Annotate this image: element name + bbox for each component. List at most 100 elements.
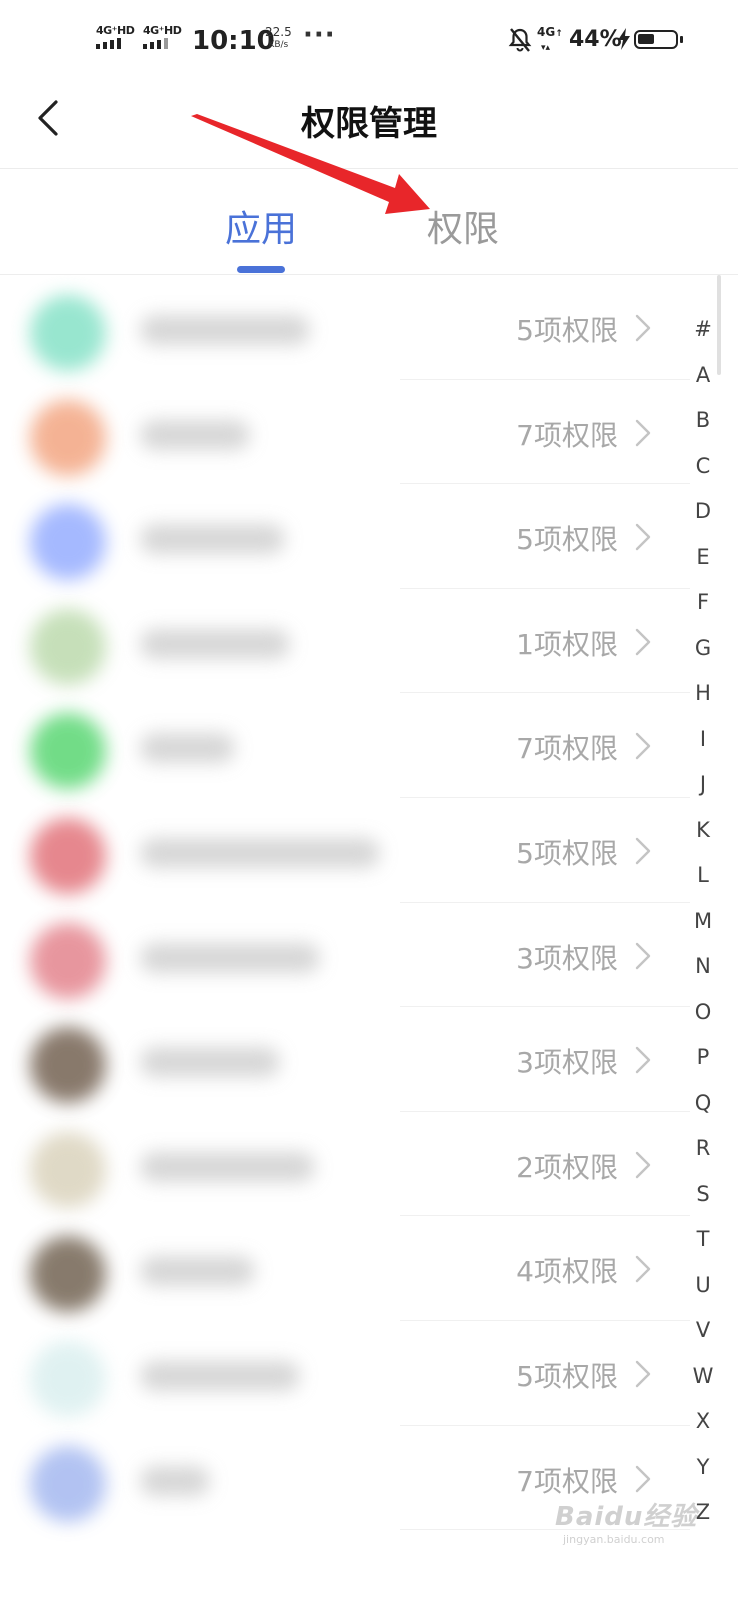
chevron-right-icon (635, 837, 651, 865)
alphabet-index-letter[interactable]: Q (684, 1081, 722, 1127)
page-title: 权限管理 (301, 104, 437, 144)
network-speed-unit: KB/s (268, 40, 289, 50)
battery-icon (634, 30, 683, 49)
list-item[interactable]: 7项权限 (0, 693, 690, 798)
status-time: 10:10 (192, 26, 275, 56)
alphabet-index-letter[interactable]: S (684, 1172, 722, 1218)
app-icon (30, 922, 106, 999)
list-item[interactable]: 5项权限 (0, 1321, 690, 1426)
chevron-right-icon (635, 523, 651, 551)
sim2-signal-icon: 4G⁺HD (143, 24, 182, 49)
alphabet-index-letter[interactable]: K (684, 808, 722, 854)
alphabet-index-letter[interactable]: D (684, 489, 722, 535)
baidu-watermark: Baidu经验 jingyan.baidu.com (555, 1496, 697, 1546)
charging-icon (618, 28, 630, 50)
app-icon (30, 608, 106, 685)
permission-count: 5项权限 (516, 1359, 618, 1393)
app-name-blurred (140, 1256, 255, 1287)
app-name-blurred (140, 524, 285, 555)
alphabet-index-letter[interactable]: F (684, 580, 722, 626)
alphabet-index-letter[interactable]: B (684, 398, 722, 444)
watermark-sub: jingyan.baidu.com (563, 1533, 665, 1546)
list-item[interactable]: 1项权限 (0, 589, 690, 694)
top-app-bar: 权限管理 (0, 84, 738, 169)
app-icon (30, 1131, 106, 1208)
chevron-right-icon (635, 1151, 651, 1178)
tab-apps[interactable]: 应用 (225, 200, 297, 252)
list-item[interactable]: 5项权限 (0, 484, 690, 589)
app-name-blurred (140, 1465, 210, 1496)
app-name-blurred (140, 733, 235, 764)
alphabet-index-letter[interactable]: Y (684, 1445, 722, 1491)
alphabet-index-letter[interactable]: O (684, 990, 722, 1036)
alphabet-index-letter[interactable]: J (684, 762, 722, 808)
chevron-right-icon (635, 314, 651, 342)
bell-muted-icon (508, 28, 532, 52)
active-tab-indicator (237, 266, 285, 273)
alphabet-index-letter[interactable]: N (684, 944, 722, 990)
app-icon (30, 1236, 106, 1313)
app-icon (30, 1340, 106, 1417)
more-notifications-icon: ··· (303, 20, 336, 50)
chevron-right-icon (635, 1256, 651, 1283)
alphabet-index-letter[interactable]: E (684, 535, 722, 581)
app-name-blurred (140, 315, 310, 345)
app-name-blurred (140, 837, 380, 868)
chevron-right-icon (635, 733, 651, 760)
app-icon (30, 1445, 106, 1522)
sim1-signal-icon: 4G⁺HD (96, 24, 135, 49)
permission-count: 5项权限 (516, 836, 618, 870)
data-network-label: 4G (537, 25, 556, 39)
permission-count: 7项权限 (516, 732, 618, 766)
app-name-blurred (140, 419, 250, 450)
sim2-label: 4G⁺HD (143, 24, 182, 37)
alphabet-index-letter[interactable]: R (684, 1126, 722, 1172)
tab-bar: 应用 权限 (0, 170, 738, 275)
permission-count: 5项权限 (516, 314, 618, 347)
data-network-icon: 4G↑ ▾▴ (537, 25, 563, 53)
permission-count: 7项权限 (516, 418, 618, 452)
list-item[interactable]: 5项权限 (0, 798, 690, 903)
chevron-right-icon (635, 1465, 651, 1492)
watermark-text: Baidu经验 (555, 1502, 698, 1532)
status-bar: 4G⁺HD 4G⁺HD 10:10 22.5 KB/s ··· 4G↑ ▾▴ 44… (0, 0, 738, 84)
app-icon (30, 817, 106, 894)
alphabet-index-letter[interactable]: T (684, 1217, 722, 1263)
list-item[interactable]: 2项权限 (0, 1112, 690, 1217)
chevron-right-icon (635, 419, 651, 446)
app-name-blurred (140, 1151, 315, 1182)
list-item[interactable]: 3项权限 (0, 903, 690, 1008)
list-item[interactable]: 3项权限 (0, 1007, 690, 1112)
app-permission-list: 5项权限 7项权限 5项权限 1项权限 7项权限 5项权限 3项权限 3项权限 2项权限 4项权限… (0, 275, 690, 1531)
permission-count: 3项权限 (516, 1046, 618, 1080)
app-icon (30, 713, 106, 790)
app-icon (30, 504, 106, 581)
list-item[interactable]: 4项权限 (0, 1216, 690, 1321)
alphabet-index-letter[interactable]: V (684, 1308, 722, 1354)
app-name-blurred (140, 942, 320, 973)
permission-count: 2项权限 (516, 1150, 618, 1184)
app-icon (30, 399, 106, 476)
chevron-right-icon (635, 942, 651, 969)
list-item[interactable]: 5项权限 (0, 275, 690, 380)
alphabet-index-letter[interactable]: W (684, 1354, 722, 1400)
app-name-blurred (140, 1047, 280, 1078)
alphabet-index[interactable]: # A B C D E F G H I J K L M N O P Q R S T U V W X Y Z (684, 307, 722, 1536)
battery-percent: 44% (569, 27, 622, 52)
alphabet-index-letter[interactable]: P (684, 1035, 722, 1081)
alphabet-index-letter[interactable]: H (684, 671, 722, 717)
permission-count: 1项权限 (516, 627, 618, 661)
alphabet-index-letter[interactable]: I (684, 717, 722, 763)
alphabet-index-letter[interactable]: U (684, 1263, 722, 1309)
alphabet-index-letter[interactable]: X (684, 1399, 722, 1445)
tab-permissions[interactable]: 权限 (427, 200, 499, 252)
list-item[interactable]: 7项权限 (0, 380, 690, 485)
app-name-blurred (140, 628, 290, 659)
alphabet-index-letter[interactable]: C (684, 444, 722, 490)
app-icon (30, 295, 106, 371)
alphabet-index-letter[interactable]: M (684, 899, 722, 945)
scrollbar[interactable] (717, 275, 721, 375)
alphabet-index-letter[interactable]: G (684, 626, 722, 672)
alphabet-index-letter[interactable]: L (684, 853, 722, 899)
chevron-right-icon (635, 1046, 651, 1074)
